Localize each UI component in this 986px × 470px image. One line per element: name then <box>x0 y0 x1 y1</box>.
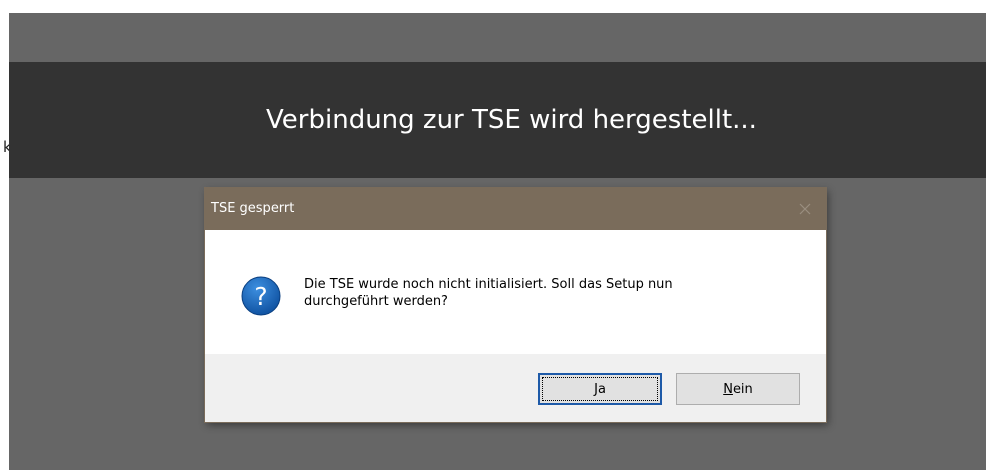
yes-button-label: a <box>597 381 606 397</box>
yes-button-mnemonic: J <box>594 381 598 397</box>
dialog-titlebar[interactable]: TSE gesperrt <box>205 188 826 230</box>
status-banner: Verbindung zur TSE wird hergestellt... <box>9 62 986 178</box>
dialog-title: TSE gesperrt <box>211 201 295 216</box>
dialog-body: ? Die TSE wurde noch nicht initialisiert… <box>205 230 826 354</box>
message-line: Die TSE wurde noch nicht initialisiert. … <box>304 277 673 292</box>
question-icon: ? <box>241 276 281 316</box>
no-button-label: ein <box>732 381 753 397</box>
yes-button[interactable]: Ja <box>538 373 662 405</box>
dialog-message: Die TSE wurde noch nicht initialisiert. … <box>304 276 794 310</box>
status-message: Verbindung zur TSE wird hergestellt... <box>266 105 757 135</box>
message-line: durchgeführt werden? <box>304 294 448 309</box>
close-icon <box>799 203 811 215</box>
no-button[interactable]: Nein <box>676 373 800 405</box>
dialog-footer: Ja Nein <box>205 354 826 422</box>
svg-text:?: ? <box>254 282 267 311</box>
close-button[interactable] <box>784 188 826 230</box>
no-button-mnemonic: N <box>723 381 733 397</box>
message-dialog: TSE gesperrt ? Die TSE wurde noch nicht … <box>205 188 826 422</box>
